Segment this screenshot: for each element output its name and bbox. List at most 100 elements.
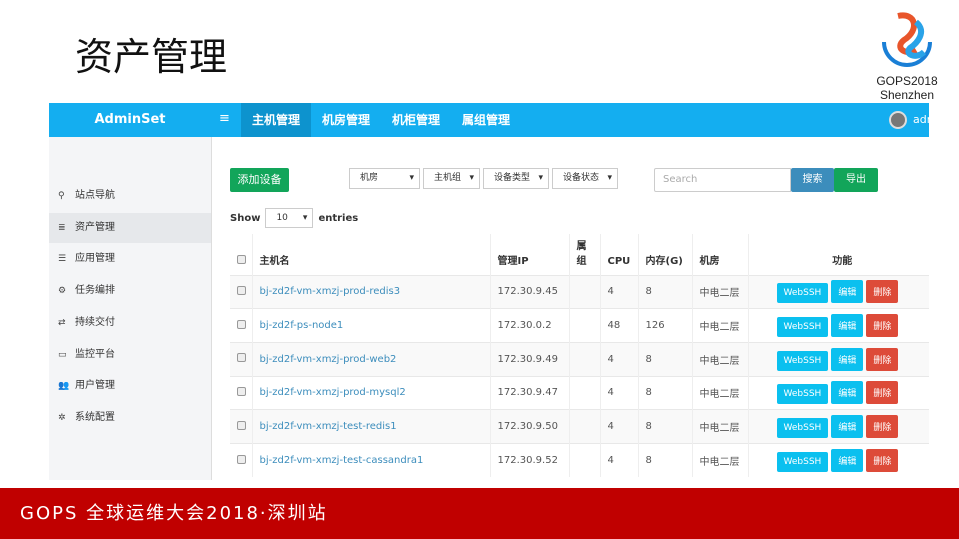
table-row: bj-zd2f-vm-xmzj-test-cassandra1 172.30.9.… [230,442,929,478]
cell-memory: 8 [638,375,693,410]
col-idc[interactable]: 机房 [692,234,749,275]
search-input[interactable]: Search [654,168,791,192]
col-memory[interactable]: 内存(G) [638,234,693,275]
sidebar-item[interactable]: ☰ 应用管理 [49,244,211,274]
cell-idc: 中电二层 [692,308,749,343]
show-label: Show [230,212,261,224]
cell-memory: 126 [638,308,693,343]
cell-hostname[interactable]: bj-zd2f-vm-xmzj-prod-redis3 [252,274,491,309]
brand[interactable]: AdminSet [49,103,211,137]
menu-toggle-icon[interactable]: ≡ [219,111,230,126]
edit-button[interactable]: 编辑 [831,280,864,304]
host-table: 主机名 管理IP 属组 CPU 内存(G) 机房 功能 bj-zd2f-vm-x… [230,234,929,478]
cell-hostname[interactable]: bj-zd2f-vm-xmzj-test-cassandra1 [252,442,491,478]
cell-cpu: 4 [600,442,639,478]
edit-button[interactable]: 编辑 [831,415,864,439]
delete-button[interactable]: 删除 [866,314,899,338]
webssh-button[interactable]: WebSSH [776,283,829,304]
cell-cpu: 4 [600,341,639,377]
page-length-select[interactable]: 10 [265,208,314,228]
sidebar-item[interactable]: ✲ 系统配置 [49,403,211,433]
filter-hostgroup[interactable]: 主机组 [423,168,480,189]
cell-memory: 8 [638,442,693,478]
edit-button[interactable]: 编辑 [831,381,864,405]
webssh-button[interactable]: WebSSH [776,452,829,473]
webssh-button[interactable]: WebSSH [776,317,829,338]
cell-hostname[interactable]: bj-zd2f-vm-xmzj-prod-web2 [252,341,491,377]
cell-cpu: 48 [600,308,639,343]
avatar[interactable] [889,111,907,129]
add-device-button[interactable]: 添加设备 [230,168,289,192]
sidebar-icon: ⚙ [58,286,67,297]
sidebar-item[interactable]: ⚲ 站点导航 [49,181,211,211]
filter-idc[interactable]: 机房 [349,168,420,189]
edit-button[interactable]: 编辑 [831,314,864,338]
sidebar-item-label: 任务编排 [75,285,115,297]
cell-ip: 172.30.9.50 [490,409,570,444]
filter-device-type[interactable]: 设备类型 [483,168,549,189]
row-checkbox[interactable] [237,420,246,430]
logo-line1: GOPS2018 [876,74,938,88]
sidebar: ⚲ 站点导航 ≣ 资产管理 ☰ 应用管理 ⚙ 任务编排 ⇄ 持续交付 ▭ 监控平台 👥 用户管理 ✲ 系统配置 [49,137,211,480]
sidebar-item-label: 监控平台 [75,348,115,360]
col-ip[interactable]: 管理IP [490,234,570,275]
nav-cabinet[interactable]: 机柜管理 [381,103,451,137]
table-row: bj-zd2f-ps-node1 172.30.0.2 48 126 中电二层 WebSS… [230,308,929,343]
select-all-checkbox[interactable] [237,254,246,264]
cell-memory: 8 [638,341,693,377]
sidebar-icon: ≣ [58,222,66,233]
col-group[interactable]: 属组 [569,234,601,275]
cell-ip: 172.30.0.2 [490,308,570,343]
webssh-button[interactable]: WebSSH [776,418,829,439]
col-cpu[interactable]: CPU [600,234,639,275]
cell-hostname[interactable]: bj-zd2f-ps-node1 [252,308,491,343]
sidebar-item[interactable]: ⚙ 任务编排 [49,276,211,306]
table-row: bj-zd2f-vm-xmzj-prod-mysql2 172.30.9.47 4 8… [230,375,929,410]
edit-button[interactable]: 编辑 [831,347,864,371]
row-checkbox[interactable] [237,386,246,396]
delete-button[interactable]: 删除 [866,347,899,371]
cell-group [569,274,601,309]
row-checkbox[interactable] [237,454,246,464]
nav-group[interactable]: 属组管理 [451,103,521,137]
edit-button[interactable]: 编辑 [831,449,864,473]
cell-hostname[interactable]: bj-zd2f-vm-xmzj-test-redis1 [252,409,491,444]
webssh-button[interactable]: WebSSH [776,350,829,371]
webssh-button[interactable]: WebSSH [776,384,829,405]
gops-logo: GOPS2018 Shenzhen [872,8,942,102]
nav-idc[interactable]: 机房管理 [311,103,381,137]
sidebar-icon: ⚲ [58,191,65,201]
user-name[interactable]: admin [913,113,929,126]
delete-button[interactable]: 删除 [866,280,899,304]
cell-group [569,442,601,478]
sidebar-item[interactable]: ≣ 资产管理 [49,212,211,243]
delete-button[interactable]: 删除 [866,415,899,439]
nav-host[interactable]: 主机管理 [241,103,312,137]
row-checkbox[interactable] [237,319,246,329]
sidebar-item-label: 系统配置 [75,411,115,423]
delete-button[interactable]: 删除 [866,449,899,473]
export-button[interactable]: 导出 [834,168,878,192]
cell-hostname[interactable]: bj-zd2f-vm-xmzj-prod-mysql2 [252,375,491,410]
search-button[interactable]: 搜索 [791,168,834,192]
sidebar-item[interactable]: ⇄ 持续交付 [49,308,211,338]
sidebar-item[interactable]: 👥 用户管理 [49,371,211,401]
cell-idc: 中电二层 [692,375,749,410]
main-content: 添加设备 机房 主机组 设备类型 设备状态 Search 搜索 导出 Show … [211,137,929,480]
table-row: bj-zd2f-vm-xmzj-prod-redis3 172.30.9.45 4 8… [230,274,929,309]
row-checkbox[interactable] [237,353,246,363]
row-checkbox[interactable] [237,285,246,295]
cell-cpu: 4 [600,409,639,444]
col-hostname[interactable]: 主机名 [252,234,491,275]
delete-button[interactable]: 删除 [866,381,899,405]
sidebar-item[interactable]: ▭ 监控平台 [49,340,211,370]
cell-memory: 8 [638,274,693,309]
top-navbar: AdminSet ≡ 主机管理 机房管理 机柜管理 属组管理 admin [49,103,929,137]
sidebar-icon: ☰ [58,254,67,265]
cell-idc: 中电二层 [692,409,749,444]
sidebar-icon: ✲ [58,412,66,423]
cell-group [569,341,601,377]
filter-device-status[interactable]: 设备状态 [552,168,618,189]
sidebar-icon: ⇄ [58,317,66,328]
page-length: Show 10 entries [230,208,358,228]
